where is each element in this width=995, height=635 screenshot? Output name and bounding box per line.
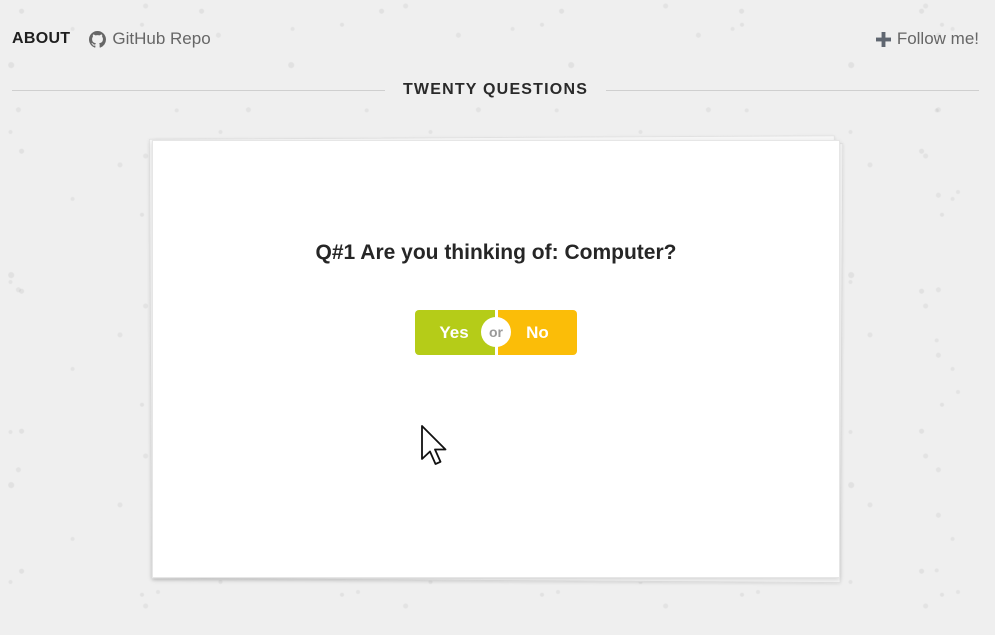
mouse-pointer-icon xyxy=(420,425,448,467)
github-icon xyxy=(89,30,107,48)
top-nav: ABOUT GitHub Repo Follow me! xyxy=(12,27,979,51)
nav-left: ABOUT GitHub Repo xyxy=(12,29,211,49)
nav-about-link[interactable]: ABOUT xyxy=(12,30,70,48)
nav-follow-label: Follow me! xyxy=(896,29,979,48)
or-divider: or xyxy=(481,317,511,347)
question-card: Q#1 Are you thinking of: Computer? Yes o… xyxy=(152,140,840,578)
nav-github-link[interactable]: GitHub Repo xyxy=(89,29,211,49)
nav-right: Follow me! xyxy=(875,29,979,49)
heading-rule-right xyxy=(606,89,980,91)
page-title: TWENTY QUESTIONS xyxy=(402,81,589,98)
question-text: Q#1 Are you thinking of: Computer? xyxy=(315,241,677,264)
answer-button-group: Yes or No xyxy=(415,310,577,355)
nav-github-label: GitHub Repo xyxy=(112,29,211,48)
heading-rule-left xyxy=(12,89,385,91)
section-heading: TWENTY QUESTIONS xyxy=(12,78,980,102)
plus-icon xyxy=(875,31,891,47)
card-stack: Q#1 Are you thinking of: Computer? Yes o… xyxy=(148,135,844,584)
nav-follow-link[interactable]: Follow me! xyxy=(875,29,979,49)
